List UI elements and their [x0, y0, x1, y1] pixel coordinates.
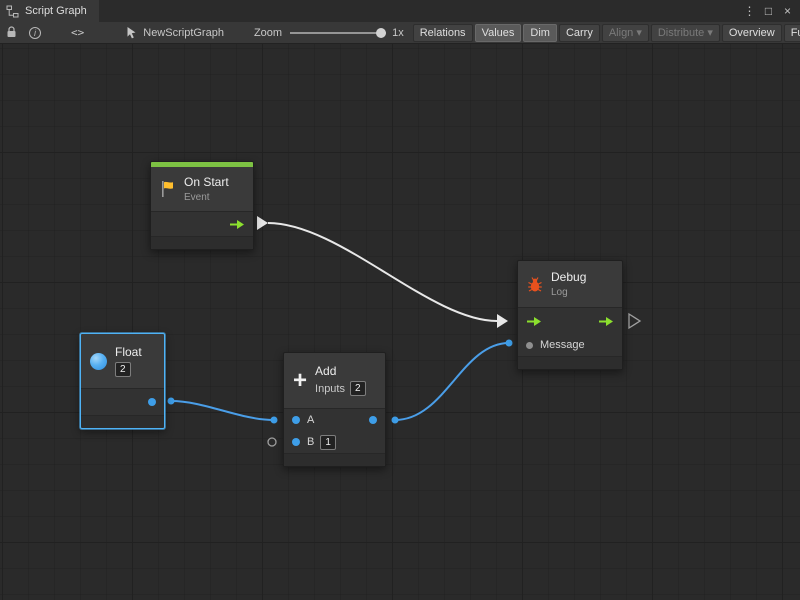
graph-canvas[interactable]: On Start Event: [0, 44, 800, 600]
message-input-connector[interactable]: [506, 340, 513, 347]
float-header[interactable]: Float 2: [81, 334, 164, 388]
graph-toolbar: i <> NewScriptGraph Zoom 1x Relations Va…: [0, 22, 800, 44]
trigger-input-port[interactable]: [526, 316, 542, 327]
align-dropdown[interactable]: Align ▾: [602, 24, 649, 42]
on-start-header[interactable]: On Start Event: [151, 167, 253, 211]
chevron-down-icon: ▾: [707, 25, 713, 41]
zoom-slider-track[interactable]: [290, 32, 386, 34]
toolbar-buttons: Relations Values Dim Carry Align ▾ Distr…: [413, 24, 800, 42]
lock-icon[interactable]: [6, 26, 17, 39]
float-output-connector[interactable]: [168, 398, 175, 405]
node-footer: [284, 453, 385, 466]
dim-button[interactable]: Dim: [523, 24, 557, 42]
wire-onstart-to-debuglog[interactable]: [268, 223, 497, 321]
on-start-trigger-row: [151, 212, 253, 236]
relations-button[interactable]: Relations: [413, 24, 473, 42]
distribute-dropdown[interactable]: Distribute ▾: [651, 24, 720, 42]
trigger-output-port[interactable]: [229, 219, 245, 230]
tab-script-graph[interactable]: Script Graph: [0, 0, 99, 22]
window-controls: ⋮ □ ×: [742, 0, 800, 22]
port-b-row: B 1: [284, 431, 385, 453]
inputs-label: Inputs: [315, 383, 345, 395]
carry-button[interactable]: Carry: [559, 24, 600, 42]
wire-add-to-debuglog[interactable]: [395, 343, 509, 420]
info-icon[interactable]: i: [29, 27, 41, 39]
onstart-output-connector[interactable]: [257, 216, 268, 230]
trigger-output-port[interactable]: [598, 316, 614, 327]
overview-button[interactable]: Overview: [722, 24, 782, 42]
node-debug-log[interactable]: Debug Log: [517, 260, 623, 370]
float-output-row: [81, 389, 164, 415]
node-float[interactable]: Float 2: [80, 333, 165, 429]
debuglog-input-connector[interactable]: [497, 314, 508, 328]
float-icon: [90, 353, 107, 370]
input-b-port[interactable]: [292, 438, 300, 446]
cursor-icon: [126, 26, 137, 39]
node-title: Debug: [551, 271, 586, 284]
wires-layer: [0, 44, 800, 600]
node-add[interactable]: + Add Inputs 2 A B 1: [283, 352, 386, 467]
tab-label: Script Graph: [25, 5, 87, 17]
inputs-count-field[interactable]: 2: [350, 381, 366, 396]
wire-float-to-add[interactable]: [171, 401, 274, 420]
menu-icon[interactable]: ⋮: [742, 4, 757, 18]
flag-icon: [160, 180, 176, 198]
script-graph-icon: [6, 5, 19, 18]
debug-log-trigger-row: [518, 308, 622, 334]
tab-bar: Script Graph ⋮ □ ×: [0, 0, 800, 22]
close-icon[interactable]: ×: [780, 4, 795, 18]
script-graph-window: Script Graph ⋮ □ × i <> NewScriptGraph Z…: [0, 0, 800, 600]
zoom-label: Zoom: [254, 27, 282, 39]
port-label: Message: [540, 339, 585, 351]
node-title: Add: [315, 365, 336, 378]
add-output-connector[interactable]: [392, 417, 399, 424]
float-output-port[interactable]: [148, 398, 156, 406]
debug-log-header[interactable]: Debug Log: [518, 261, 622, 307]
maximize-icon[interactable]: □: [761, 4, 776, 18]
port-b-value-field[interactable]: 1: [320, 435, 336, 450]
bug-icon: [527, 276, 543, 293]
fullscreen-button[interactable]: Full Screen: [784, 24, 800, 42]
add-output-port[interactable]: [369, 416, 377, 424]
node-footer: [151, 236, 253, 249]
node-footer: [518, 356, 622, 369]
zoom-value: 1x: [392, 27, 404, 39]
message-input-port[interactable]: [526, 342, 533, 349]
message-port-row: Message: [518, 334, 622, 356]
port-a-row: A: [284, 409, 385, 431]
float-value-field[interactable]: 2: [115, 362, 131, 377]
node-subtitle: Log: [551, 287, 568, 298]
node-title: Float: [115, 346, 142, 359]
node-footer: [81, 415, 164, 428]
input-a-port[interactable]: [292, 416, 300, 424]
add-header[interactable]: + Add Inputs 2: [284, 353, 385, 408]
plus-icon: +: [293, 371, 307, 391]
port-label: A: [307, 414, 314, 426]
add-input-b-connector[interactable]: [268, 438, 276, 446]
zoom-slider-knob[interactable]: [376, 28, 386, 38]
add-input-a-connector[interactable]: [271, 417, 278, 424]
code-icon[interactable]: <>: [71, 26, 84, 39]
graph-name: NewScriptGraph: [143, 27, 224, 39]
port-label: B: [307, 436, 314, 448]
values-button[interactable]: Values: [475, 24, 522, 42]
zoom-slider[interactable]: [290, 27, 386, 39]
node-subtitle: Event: [184, 192, 210, 203]
debuglog-output-connector[interactable]: [629, 314, 640, 328]
chevron-down-icon: ▾: [636, 25, 642, 41]
node-on-start[interactable]: On Start Event: [150, 161, 254, 250]
node-title: On Start: [184, 176, 229, 189]
